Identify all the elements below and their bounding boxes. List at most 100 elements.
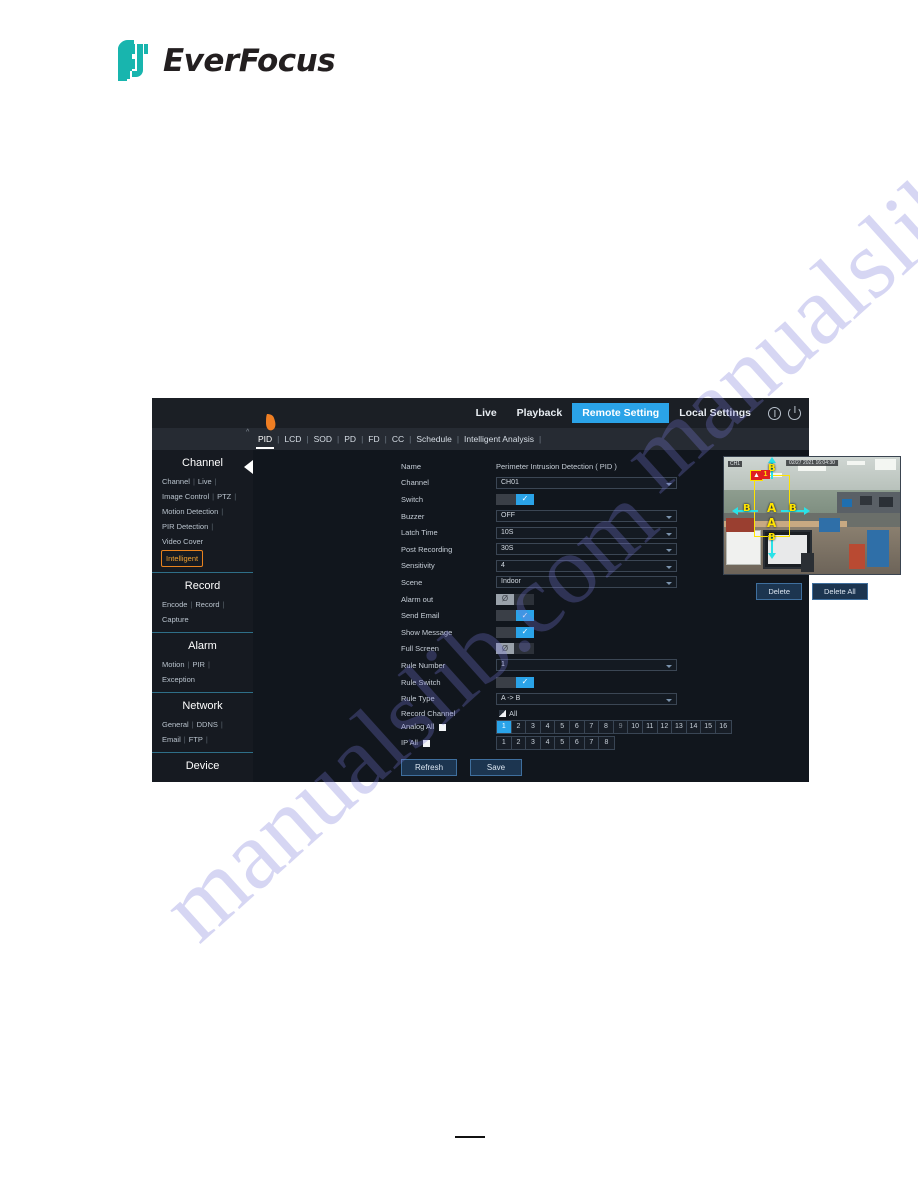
sidebar-item-channel[interactable]: Channel [161, 474, 191, 489]
sidebar-item-ptz[interactable]: PTZ [216, 489, 232, 504]
ip-channel-grid: 1 2 3 4 5 6 7 8 [496, 735, 615, 750]
sidebar-item-encode[interactable]: Encode [161, 597, 188, 612]
toggle-send-email[interactable]: ✓ [496, 610, 534, 622]
checkbox-record-channel-all[interactable] [499, 709, 506, 717]
analog-channel-cell[interactable]: 13 [672, 720, 687, 733]
select-rule-type[interactable]: A -> B [496, 692, 677, 705]
label-rule-switch: Rule Switch [401, 677, 441, 687]
analog-channel-cell[interactable]: 7 [584, 720, 600, 733]
select-channel[interactable]: CH01 [496, 476, 677, 489]
ip-channel-cell[interactable]: 6 [569, 736, 585, 749]
sidebar-item-general[interactable]: General [161, 717, 190, 732]
sidebar-item-email[interactable]: Email [161, 732, 182, 747]
form-row-switch: Switch ✓ [401, 491, 681, 508]
select-buzzer[interactable]: OFF [496, 510, 677, 523]
sidebar-item-motion-detection[interactable]: Motion Detection [161, 504, 219, 519]
pid-settings-form: Name Perimeter Intrusion Detection ( PID… [401, 458, 732, 776]
analog-channel-cell[interactable]: 10 [628, 720, 643, 733]
sidebar-item-pir-detection[interactable]: PIR Detection [161, 519, 209, 534]
tab-sod[interactable]: SOD [309, 428, 337, 450]
tab-cc[interactable]: CC [387, 428, 409, 450]
select-rule-number[interactable]: 1 [496, 659, 677, 672]
sidebar-sep: | [234, 492, 237, 501]
select-post-recording[interactable]: 30S [496, 543, 677, 556]
sidebar-item-ddns[interactable]: DDNS [196, 717, 219, 732]
label-name: Name [401, 461, 422, 471]
toggle-off-block-icon: Ø [496, 643, 514, 655]
toggle-rule-switch[interactable]: ✓ [496, 676, 534, 688]
analog-channel-cell[interactable]: 14 [686, 720, 702, 733]
nav-item-remote-setting[interactable]: Remote Setting [572, 402, 670, 424]
select-scene[interactable]: Indoor [496, 576, 677, 589]
ip-channel-cell[interactable]: 4 [540, 736, 556, 749]
ip-channel-cell[interactable]: 8 [599, 736, 614, 749]
nav-item-live[interactable]: Live [466, 403, 507, 424]
delete-button[interactable]: Delete [756, 583, 802, 600]
power-icon[interactable] [788, 406, 801, 420]
toggle-show-message[interactable]: ✓ [496, 626, 534, 638]
sidebar-item-image-control[interactable]: Image Control [161, 489, 210, 504]
checkbox-ip-all[interactable] [423, 739, 431, 747]
ip-channel-cell[interactable]: 3 [526, 736, 541, 749]
sidebar-item-pir[interactable]: PIR [191, 657, 206, 672]
pid-label-a-upper: A [767, 501, 777, 515]
form-row-show-message: Show Message ✓ [401, 624, 681, 641]
pid-label-b-left: B [743, 503, 751, 514]
toggle-alarm-out[interactable]: Ø [496, 593, 534, 605]
sidebar-collapse-arrow-icon[interactable] [244, 460, 253, 474]
save-button[interactable]: Save [470, 758, 523, 776]
ip-channel-cell[interactable]: 7 [584, 736, 600, 749]
sidebar-collapse-caret-icon[interactable]: ^ [246, 429, 249, 436]
analog-channel-cell[interactable]: 1 [497, 720, 512, 733]
sidebar-item-intelligent[interactable]: Intelligent [161, 550, 204, 567]
sidebar-item-motion[interactable]: Motion [161, 657, 186, 672]
label-ip-all: IP All [401, 738, 496, 747]
ip-channel-cell[interactable]: 5 [555, 736, 570, 749]
video-preview[interactable]: CH1 02/27 2021 16:04:30 B B B B A A ▲ 1 [723, 456, 901, 575]
ip-channel-cell[interactable]: 1 [497, 736, 512, 749]
sidebar-item-ftp[interactable]: FTP [188, 732, 204, 747]
nav-item-playback[interactable]: Playback [507, 403, 573, 424]
analog-channel-cell[interactable]: 15 [701, 720, 716, 733]
form-row-rule-number: Rule Number 1 [401, 657, 681, 674]
analog-channel-cell[interactable]: 2 [511, 720, 527, 733]
sidebar-sep: | [205, 735, 208, 744]
sidebar-item-record[interactable]: Record [194, 597, 220, 612]
preview-osd-timestamp: 02/27 2021 16:04:30 [786, 460, 838, 466]
tab-schedule[interactable]: Schedule [411, 428, 456, 450]
tab-pd[interactable]: PD [339, 428, 361, 450]
analog-channel-cell[interactable]: 6 [569, 720, 585, 733]
ip-channel-cell[interactable]: 2 [511, 736, 527, 749]
tab-fd[interactable]: FD [363, 428, 384, 450]
toggle-on-check-icon: ✓ [516, 626, 534, 638]
video-preview-panel: CH1 02/27 2021 16:04:30 B B B B A A ▲ 1 … [723, 456, 901, 600]
analog-channel-cell[interactable]: 16 [715, 720, 731, 733]
analog-channel-cell[interactable]: 9 [613, 720, 629, 733]
info-icon[interactable] [768, 406, 781, 420]
analog-channel-cell[interactable]: 5 [555, 720, 570, 733]
toggle-switch[interactable]: ✓ [496, 493, 534, 505]
sidebar-group-channel: Channel Channel | Live | Image Control | PTZ |… [152, 450, 253, 573]
refresh-button[interactable]: Refresh [401, 758, 458, 776]
nav-item-local-settings[interactable]: Local Settings [669, 403, 761, 424]
pid-rule-number-badge: 1 [761, 470, 770, 480]
sidebar-item-exception[interactable]: Exception [161, 672, 196, 687]
sidebar-sep: | [222, 600, 225, 609]
analog-channel-cell[interactable]: 3 [526, 720, 541, 733]
delete-all-button[interactable]: Delete All [812, 583, 868, 600]
select-sensitivity[interactable]: 4 [496, 559, 677, 572]
checkbox-analog-all[interactable] [439, 723, 447, 731]
analog-channel-cell[interactable]: 4 [540, 720, 556, 733]
tab-intelligent-analysis[interactable]: Intelligent Analysis [459, 428, 539, 450]
sidebar-group-title-record: Record [184, 580, 221, 592]
analog-channel-cell[interactable]: 11 [642, 720, 658, 733]
top-navigation-bar: Live Playback Remote Setting Local Setti… [152, 398, 809, 428]
select-latch-time[interactable]: 10S [496, 526, 677, 539]
sidebar-item-live[interactable]: Live [197, 474, 213, 489]
sidebar-item-video-cover[interactable]: Video Cover [161, 534, 204, 549]
tab-lcd[interactable]: LCD [279, 428, 306, 450]
analog-channel-cell[interactable]: 12 [657, 720, 673, 733]
sidebar-item-capture[interactable]: Capture [161, 612, 190, 627]
toggle-full-screen[interactable]: Ø [496, 643, 534, 655]
analog-channel-cell[interactable]: 8 [599, 720, 614, 733]
